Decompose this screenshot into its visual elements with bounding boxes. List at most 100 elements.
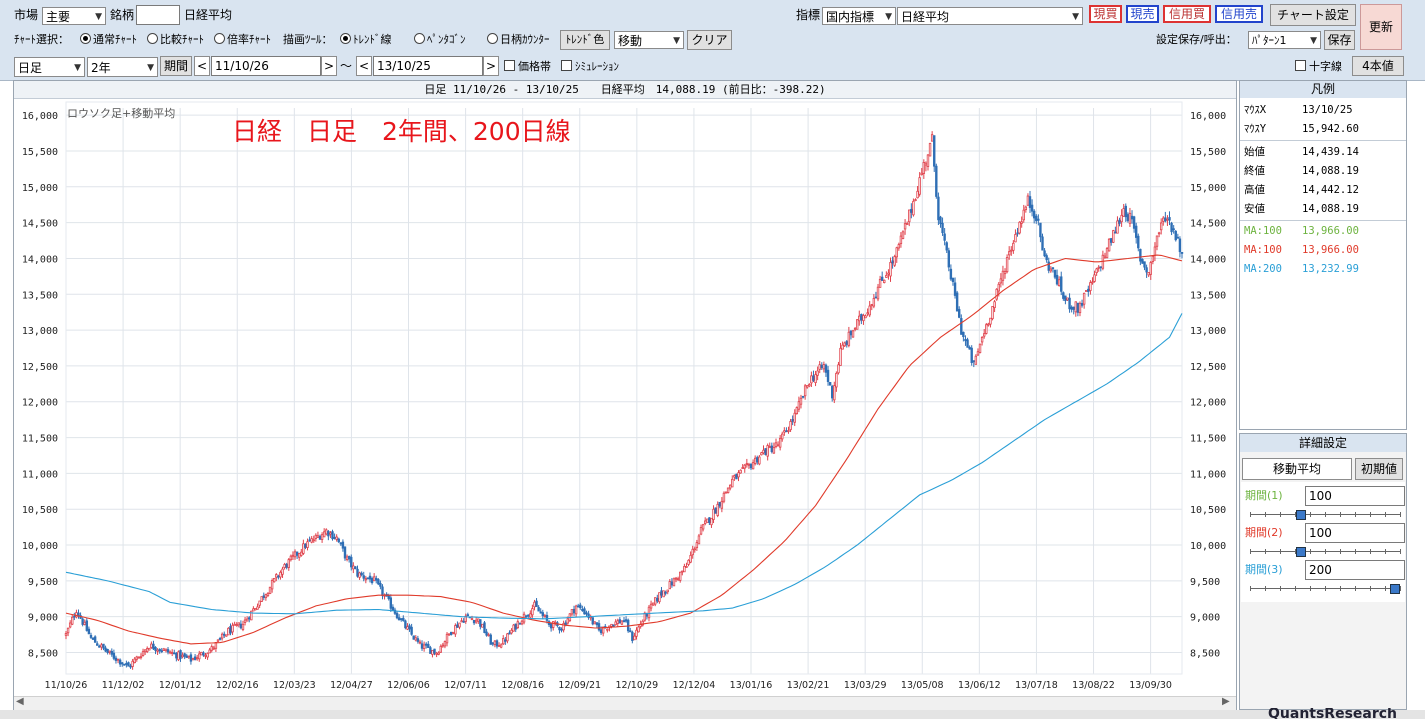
period2-input[interactable]: 100 — [1305, 523, 1405, 543]
candle-body — [922, 162, 926, 174]
candle-body — [1057, 279, 1061, 287]
checkbox-icon — [1295, 60, 1306, 71]
legend-title: 凡例 — [1240, 81, 1406, 98]
candle-body — [851, 330, 855, 338]
y-tick-label: 13,000 — [1190, 326, 1226, 337]
save-button[interactable]: 保存 — [1324, 30, 1355, 50]
candle-body — [260, 596, 263, 602]
candle-body — [616, 620, 619, 624]
margin-sell-label: 信用売 — [1220, 7, 1257, 21]
slider-thumb[interactable] — [1296, 547, 1306, 557]
candle-body — [1078, 302, 1082, 314]
candle-body — [685, 566, 688, 568]
candle-body — [704, 520, 707, 524]
slider-thumb[interactable] — [1390, 584, 1400, 594]
pattern-select[interactable]: ﾊﾟﾀｰﾝ1 ▼ — [1248, 31, 1321, 49]
four-values-button[interactable]: 4本値 — [1352, 56, 1404, 76]
crosshair-checkbox[interactable]: 十字線 — [1295, 59, 1342, 75]
chevron-down-icon: ▼ — [74, 63, 81, 73]
y-tick-label: 16,000 — [22, 111, 58, 122]
candle-body — [693, 548, 696, 551]
price-band-checkbox[interactable]: 価格帯 — [504, 59, 551, 75]
period3-label: 期間(3) — [1245, 563, 1283, 576]
x-axis: 11/10/26 11/12/02 12/01/12 12/02/16 12/03/23… — [45, 680, 1172, 691]
candle-body — [824, 364, 828, 373]
candle-body — [701, 524, 705, 530]
end-date-input[interactable]: 13/10/25 — [373, 56, 483, 76]
start-date-input[interactable]: 11/10/26 — [211, 56, 321, 76]
scroll-left-icon[interactable]: ◀ — [16, 696, 24, 707]
candle-body — [91, 638, 95, 640]
radio-compare-chart[interactable]: 比較ﾁｬｰﾄ — [147, 32, 204, 48]
candle-body — [291, 554, 295, 557]
chart-settings-button[interactable]: チャート設定 — [1270, 4, 1356, 26]
candle-body — [295, 551, 299, 556]
candle-body — [223, 633, 226, 636]
span-select[interactable]: 2年 ▼ — [87, 57, 158, 77]
ma1-label: MA:100 — [1244, 225, 1282, 237]
candle-body — [454, 625, 457, 635]
simulation-checkbox[interactable]: ｼﾐｭﾚｰｼｮﾝ — [561, 59, 619, 75]
radio-normal-chart[interactable]: 通常ﾁｬｰﾄ — [80, 32, 137, 48]
candle-body — [435, 652, 438, 655]
candle-body — [116, 658, 120, 661]
candle-body — [887, 272, 890, 275]
period-button[interactable]: 期間 — [160, 56, 192, 76]
candle-body — [83, 621, 86, 625]
start-next-button[interactable]: > — [321, 56, 337, 76]
period1-slider[interactable] — [1250, 510, 1401, 520]
mode-select[interactable]: 移動 ▼ — [614, 31, 684, 49]
refresh-button[interactable]: 更新 — [1360, 4, 1402, 50]
candle-body — [527, 614, 530, 617]
start-prev-button[interactable]: < — [194, 56, 210, 76]
trend-color-button[interactable]: ﾄﾚﾝﾄﾞ色 — [560, 30, 610, 50]
refresh-label: 更新 — [1368, 20, 1393, 34]
indicator-select[interactable]: 日経平均 ▼ — [897, 7, 1083, 25]
period3-slider[interactable] — [1250, 584, 1401, 594]
radio-pentagon[interactable]: ﾍﾟﾝﾀｺﾞﾝ — [414, 32, 466, 48]
radio-trend-line[interactable]: ﾄﾚﾝﾄﾞ線 — [340, 32, 392, 48]
clear-button[interactable]: クリア — [687, 30, 732, 50]
candle-body — [903, 223, 907, 230]
candle-body — [808, 384, 811, 387]
scroll-right-icon[interactable]: ▶ — [1222, 696, 1230, 707]
end-prev-button[interactable]: < — [356, 56, 372, 76]
x-tick-label: 12/03/23 — [273, 680, 316, 691]
candle-body — [508, 632, 511, 635]
radio-day-counter[interactable]: 日柄ｶｳﾝﾀｰ — [487, 32, 550, 48]
radio-ratio-chart[interactable]: 倍率ﾁｬｰﾄ — [214, 32, 271, 48]
candle-body — [1026, 195, 1030, 206]
candle-body — [806, 385, 809, 388]
market-select[interactable]: 主要 ▼ — [42, 7, 106, 25]
period1-input[interactable]: 100 — [1305, 486, 1405, 506]
ma-line-ma200 — [65, 313, 1183, 620]
candle-body — [937, 196, 940, 221]
tab-moving-average[interactable]: 移動平均 — [1242, 458, 1352, 480]
candle-body — [572, 608, 576, 614]
chart-scrollbar[interactable] — [14, 696, 1236, 710]
period3-input[interactable]: 200 — [1305, 560, 1405, 580]
bar-type-select[interactable]: 日足 ▼ — [14, 57, 85, 77]
candle-body — [1005, 257, 1009, 273]
slider-tick — [1280, 549, 1281, 554]
candle-body — [1041, 236, 1044, 251]
cash-sell-button[interactable]: 現売 — [1126, 5, 1159, 23]
candle-body — [1105, 248, 1109, 259]
y-tick-label: 13,500 — [22, 290, 58, 301]
legend-low: 安値 14,088.19 — [1244, 202, 1359, 216]
end-next-button[interactable]: > — [483, 56, 499, 76]
y-tick-label: 12,000 — [22, 398, 58, 409]
candle-body — [935, 165, 938, 197]
price-chart[interactable]: 8,500 9,000 9,500 10,000 10,500 11,000 11,500 1… — [14, 98, 1236, 696]
margin-sell-button[interactable]: 信用売 — [1215, 5, 1263, 23]
period2-slider[interactable] — [1250, 547, 1401, 557]
symbol-input[interactable] — [136, 5, 180, 25]
reset-defaults-button[interactable]: 初期値 — [1355, 458, 1403, 480]
x-tick-label: 12/01/12 — [159, 680, 202, 691]
candle-body — [441, 644, 445, 647]
cash-buy-button[interactable]: 現買 — [1089, 5, 1122, 23]
indicator-category-select[interactable]: 国内指標 ▼ — [822, 7, 896, 25]
candle-body — [150, 643, 153, 648]
margin-buy-button[interactable]: 信用買 — [1163, 5, 1211, 23]
slider-thumb[interactable] — [1296, 510, 1306, 520]
